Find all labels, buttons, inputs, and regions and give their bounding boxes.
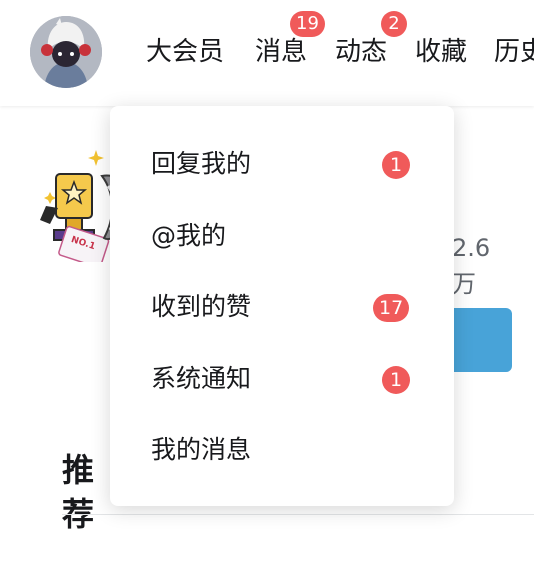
replies-badge: 1 xyxy=(382,151,410,179)
nav-item-vip[interactable]: 大会员 xyxy=(146,34,224,70)
nav-item-dynamics[interactable]: 动态 xyxy=(335,34,387,70)
messages-dropdown-menu: 回复我的 1 @我的 收到的赞 17 系统通知 1 我的消息 xyxy=(110,106,454,506)
menu-item-mentions[interactable]: @我的 xyxy=(110,206,454,266)
system-notices-badge: 1 xyxy=(382,366,410,394)
user-avatar[interactable] xyxy=(30,16,102,88)
follower-count-text: 2.6万 xyxy=(452,234,491,298)
menu-item-likes[interactable]: 收到的赞 17 xyxy=(110,277,454,337)
nav-item-messages[interactable]: 消息 xyxy=(255,34,307,70)
menu-item-label: 我的消息 xyxy=(151,435,252,464)
nav-item-history[interactable]: 历史 xyxy=(494,34,534,70)
menu-item-system-notices[interactable]: 系统通知 1 xyxy=(110,349,454,409)
nav-item-favorites[interactable]: 收藏 xyxy=(415,34,467,70)
section-title: 推荐 xyxy=(62,451,95,533)
top-navigation-bar: 大会员 消息 19 动态 2 收藏 历史 xyxy=(0,0,534,106)
dynamics-badge: 2 xyxy=(381,11,407,37)
likes-badge: 17 xyxy=(373,294,410,322)
menu-item-replies[interactable]: 回复我的 1 xyxy=(110,134,454,194)
divider xyxy=(62,514,534,515)
menu-item-label: @我的 xyxy=(151,221,227,250)
menu-item-label: 收到的赞 xyxy=(151,292,252,321)
avatar-image-icon xyxy=(30,16,102,88)
menu-item-my-messages[interactable]: 我的消息 xyxy=(110,420,454,480)
messages-badge: 19 xyxy=(290,11,325,37)
menu-item-label: 系统通知 xyxy=(151,364,252,393)
menu-item-label: 回复我的 xyxy=(151,149,252,178)
